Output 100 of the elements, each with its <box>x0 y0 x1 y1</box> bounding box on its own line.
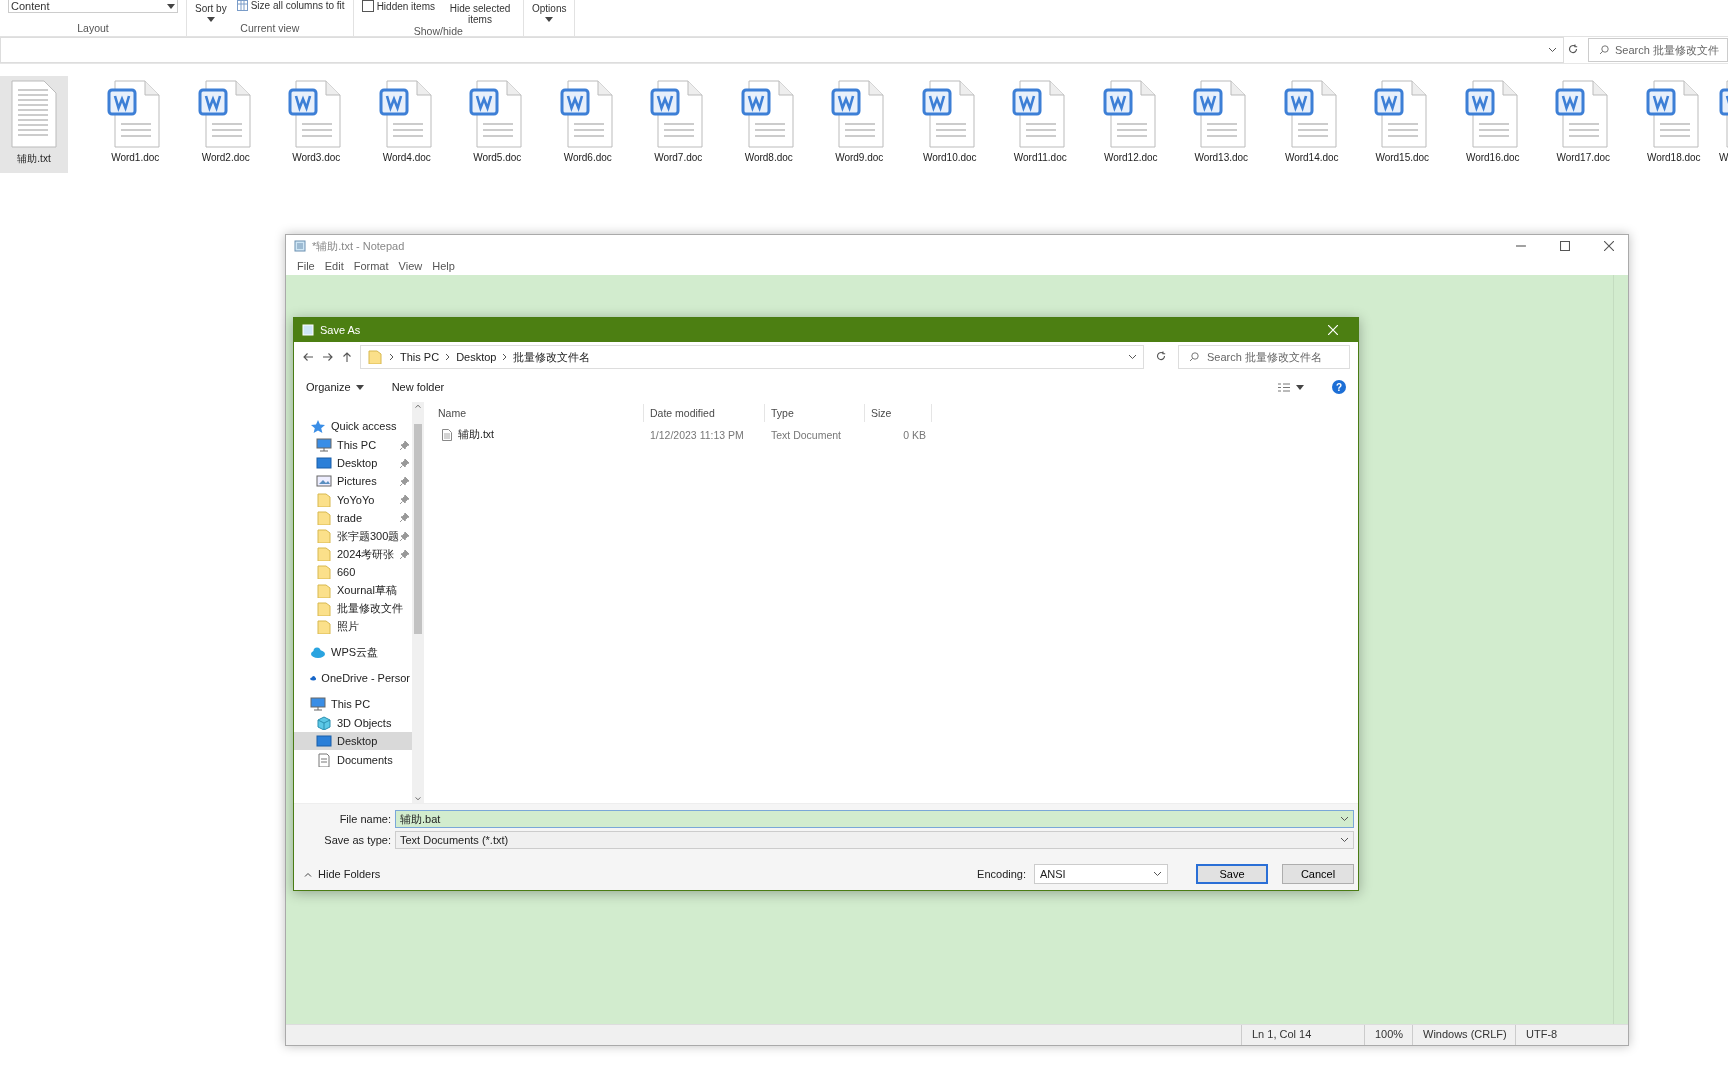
desktop-file[interactable]: Word16.doc <box>1447 76 1538 173</box>
address-bar[interactable]: This PC Desktop 批量修改文件名 <box>360 345 1144 369</box>
nav-item[interactable]: 批量修改文件 <box>294 599 412 618</box>
desktop-file[interactable]: Word13.doc <box>1176 76 1267 173</box>
nav-item[interactable]: Xournal草稿 <box>294 581 412 600</box>
ribbon-button[interactable]: Size all columns to fit <box>236 0 345 11</box>
nav-item[interactable]: Quick access <box>294 416 412 436</box>
nav-item[interactable]: YoYoYo <box>294 490 412 509</box>
menu-item[interactable]: Edit <box>319 260 349 272</box>
maximize-icon[interactable] <box>1560 240 1570 251</box>
column-header[interactable]: Date modified <box>644 404 765 422</box>
table-cell[interactable]: 辅助.txt <box>432 428 644 442</box>
column-header[interactable]: Size <box>865 404 932 422</box>
document-icon <box>1464 80 1521 148</box>
pin-icon <box>400 440 409 450</box>
nav-item[interactable]: 3D Objects <box>294 714 412 733</box>
scroll-up-icon[interactable] <box>414 402 422 410</box>
desktop-file[interactable]: Word10.doc <box>904 76 995 173</box>
pin-icon <box>400 458 409 468</box>
menu-item[interactable]: View <box>393 260 428 272</box>
back-icon[interactable] <box>302 352 314 362</box>
ribbon-checkbox[interactable]: Hidden items <box>361 0 435 12</box>
columns-icon <box>236 0 248 11</box>
document-icon <box>197 80 254 148</box>
help-button[interactable]: ? <box>1332 380 1346 394</box>
desktop-file[interactable]: Word9.doc <box>814 76 905 173</box>
desktop-file[interactable]: Word17.doc <box>1538 76 1629 173</box>
search-icon <box>1189 352 1199 362</box>
breadcrumb-item[interactable]: 批量修改文件名 <box>513 349 591 365</box>
hide-folders-button[interactable]: Hide Folders <box>304 868 381 880</box>
chevron-down-icon <box>1340 816 1349 822</box>
nav-item[interactable]: This PC <box>294 694 412 715</box>
notepad-icon <box>302 324 314 336</box>
search-field[interactable]: Search 批量修改文件名 <box>1178 345 1350 369</box>
breadcrumb-item[interactable]: Desktop <box>456 351 497 363</box>
chevron-down-icon <box>1340 837 1349 843</box>
desktop-file[interactable]: Word18.doc <box>1628 76 1719 173</box>
nav-item[interactable]: 照片 <box>294 617 412 637</box>
search-field[interactable]: Search 批量修改文件 <box>1588 38 1728 62</box>
ribbon-group-label: Show/hide <box>412 25 464 37</box>
dialog-button[interactable]: Save <box>1196 864 1268 884</box>
desktop-file[interactable]: Word2.doc <box>180 76 271 173</box>
nav-item[interactable]: Desktop <box>294 732 412 751</box>
menu-item[interactable]: Format <box>348 260 394 272</box>
desktop-file[interactable]: 辅助.txt <box>0 76 68 173</box>
menu-item[interactable]: Help <box>427 260 460 272</box>
dialog-title: Save As <box>320 324 361 336</box>
desktop-file[interactable]: Word5.doc <box>452 76 543 173</box>
scroll-down-icon[interactable] <box>414 795 422 803</box>
menu-item[interactable]: File <box>292 260 320 272</box>
desktop-file[interactable]: Word12.doc <box>1085 76 1176 173</box>
desktop-file[interactable]: Word3.doc <box>271 76 362 173</box>
toolbar-button[interactable]: New folder <box>391 381 445 393</box>
toolbar-button[interactable]: Organize <box>306 381 364 393</box>
nav-item[interactable]: Documents <box>294 750 412 769</box>
nav-item[interactable]: 张宇题300题 <box>294 526 412 546</box>
column-header[interactable]: Name <box>432 404 644 422</box>
nav-item[interactable]: 2024考研张 <box>294 545 412 564</box>
refresh-icon[interactable] <box>1156 351 1166 361</box>
pin-icon <box>400 513 409 523</box>
scrollbar-thumb[interactable] <box>414 424 422 634</box>
view-options-button[interactable] <box>1278 382 1304 392</box>
refresh-icon[interactable] <box>1568 44 1578 54</box>
status-item: Windows (CRLF) <box>1412 1025 1515 1045</box>
forward-icon[interactable] <box>322 352 334 362</box>
close-icon[interactable] <box>1604 240 1614 251</box>
encoding-dropdown[interactable]: ANSI <box>1034 864 1168 884</box>
file-name-field[interactable]: 辅助.bat <box>395 810 1354 828</box>
desktop-file[interactable]: W <box>1719 76 1728 173</box>
nav-item[interactable]: Desktop <box>294 454 412 473</box>
view-dropdown[interactable]: Content <box>8 0 178 13</box>
text-file-icon <box>442 429 452 441</box>
breadcrumb-item[interactable]: This PC <box>400 351 440 363</box>
desktop-file[interactable]: Word6.doc <box>542 76 633 173</box>
text-file-icon <box>10 80 58 148</box>
desktop-file[interactable]: Word15.doc <box>1357 76 1448 173</box>
up-icon[interactable] <box>342 352 352 362</box>
ribbon-menu-button[interactable]: Sort by <box>195 3 227 22</box>
column-header[interactable]: Type <box>765 404 865 422</box>
desktop-file[interactable]: Word14.doc <box>1266 76 1357 173</box>
nav-item[interactable]: This PC <box>294 436 412 455</box>
ribbon-button[interactable]: Hide selected items <box>445 3 515 25</box>
dialog-button[interactable]: Cancel <box>1282 864 1354 884</box>
desktop-file[interactable]: Word1.doc <box>90 76 181 173</box>
folder-icon <box>316 492 332 507</box>
ribbon-menu-button[interactable]: Options <box>532 3 567 22</box>
pin-icon <box>400 495 409 505</box>
nav-item[interactable]: WPS云盘 <box>294 642 412 663</box>
nav-item[interactable]: Pictures <box>294 472 412 491</box>
desktop-file[interactable]: Word8.doc <box>723 76 814 173</box>
nav-item[interactable]: 660 <box>294 563 412 582</box>
file-type-dropdown[interactable]: Text Documents (*.txt) <box>395 831 1354 849</box>
document-icon <box>1645 80 1702 148</box>
nav-item[interactable]: trade <box>294 508 412 527</box>
search-icon <box>1599 45 1609 55</box>
nav-item[interactable]: OneDrive - Persor <box>294 668 412 689</box>
chevron-down-icon <box>1153 871 1162 877</box>
desktop-file[interactable]: Word4.doc <box>361 76 452 173</box>
desktop-file[interactable]: Word11.doc <box>995 76 1086 173</box>
desktop-file[interactable]: Word7.doc <box>633 76 724 173</box>
